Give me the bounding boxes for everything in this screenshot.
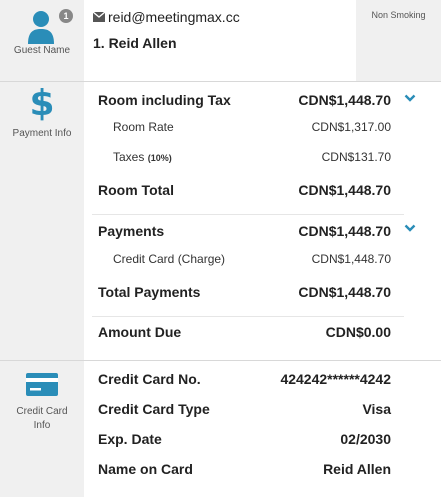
card-type-row: Credit Card Type Visa — [98, 401, 391, 417]
credit-card-charge-value: CDN$1,448.70 — [311, 252, 391, 266]
room-rate-label: Room Rate — [113, 120, 174, 134]
separator — [92, 214, 404, 215]
envelope-icon — [93, 12, 105, 22]
room-including-tax-value: CDN$1,448.70 — [298, 92, 391, 108]
name-on-card-row: Name on Card Reid Allen — [98, 461, 391, 477]
amount-due-label: Amount Due — [98, 324, 182, 340]
card-type-label: Credit Card Type — [98, 401, 210, 417]
total-payments-row: Total Payments CDN$1,448.70 — [98, 284, 391, 300]
room-total-row: Room Total CDN$1,448.70 — [98, 182, 391, 198]
credit-card-charge-row: Credit Card (Charge) CDN$1,448.70 — [113, 252, 391, 266]
card-number-value: 424242******4242 — [280, 371, 391, 387]
taxes-label-wrap: Taxes (10%) — [113, 150, 172, 164]
card-type-value: Visa — [362, 401, 391, 417]
exp-date-label: Exp. Date — [98, 431, 162, 447]
room-total-value: CDN$1,448.70 — [298, 182, 391, 198]
chevron-down-icon[interactable] — [404, 93, 416, 103]
separator — [92, 316, 404, 317]
room-including-tax-label: Room including Tax — [98, 92, 231, 108]
payment-info-label: Payment Info — [12, 128, 72, 139]
credit-card-icon — [26, 373, 58, 396]
exp-date-value: 02/2030 — [340, 431, 391, 447]
taxes-value: CDN$131.70 — [321, 150, 391, 164]
taxes-percent: (10%) — [147, 153, 172, 163]
divider — [0, 81, 441, 82]
guest-name-label: Guest Name — [13, 45, 71, 56]
room-rate-row: Room Rate CDN$1,317.00 — [113, 120, 391, 134]
credit-card-charge-label: Credit Card (Charge) — [113, 252, 226, 266]
total-payments-value: CDN$1,448.70 — [298, 284, 391, 300]
amount-due-value: CDN$0.00 — [325, 324, 391, 340]
credit-card-info-label: Credit Card Info — [16, 406, 68, 431]
divider — [0, 360, 441, 361]
email-line[interactable]: reid@meetingmax.cc — [93, 9, 240, 25]
payments-value: CDN$1,448.70 — [298, 223, 391, 239]
dollar-icon: $ — [29, 83, 55, 124]
taxes-label: Taxes — [113, 150, 145, 164]
room-rate-value: CDN$1,317.00 — [311, 120, 391, 134]
card-number-label: Credit Card No. — [98, 371, 201, 387]
room-including-tax-row: Room including Tax CDN$1,448.70 — [98, 92, 391, 108]
payments-row: Payments CDN$1,448.70 — [98, 223, 391, 239]
total-payments-label: Total Payments — [98, 284, 201, 300]
name-on-card-value: Reid Allen — [323, 461, 391, 477]
room-total-label: Room Total — [98, 182, 174, 198]
guest-name: 1. Reid Allen — [93, 35, 177, 51]
person-icon — [28, 11, 54, 44]
taxes-row: Taxes (10%) CDN$131.70 — [113, 150, 391, 164]
card-number-row: Credit Card No. 424242******4242 — [98, 371, 391, 387]
name-on-card-label: Name on Card — [98, 461, 193, 477]
guest-count-badge: 1 — [59, 9, 73, 23]
amount-due-row: Amount Due CDN$0.00 — [98, 324, 391, 340]
guest-email: reid@meetingmax.cc — [108, 9, 240, 25]
exp-date-row: Exp. Date 02/2030 — [98, 431, 391, 447]
smoking-preference: Non Smoking — [371, 10, 426, 20]
payments-label: Payments — [98, 223, 165, 239]
chevron-down-icon[interactable] — [404, 223, 416, 233]
